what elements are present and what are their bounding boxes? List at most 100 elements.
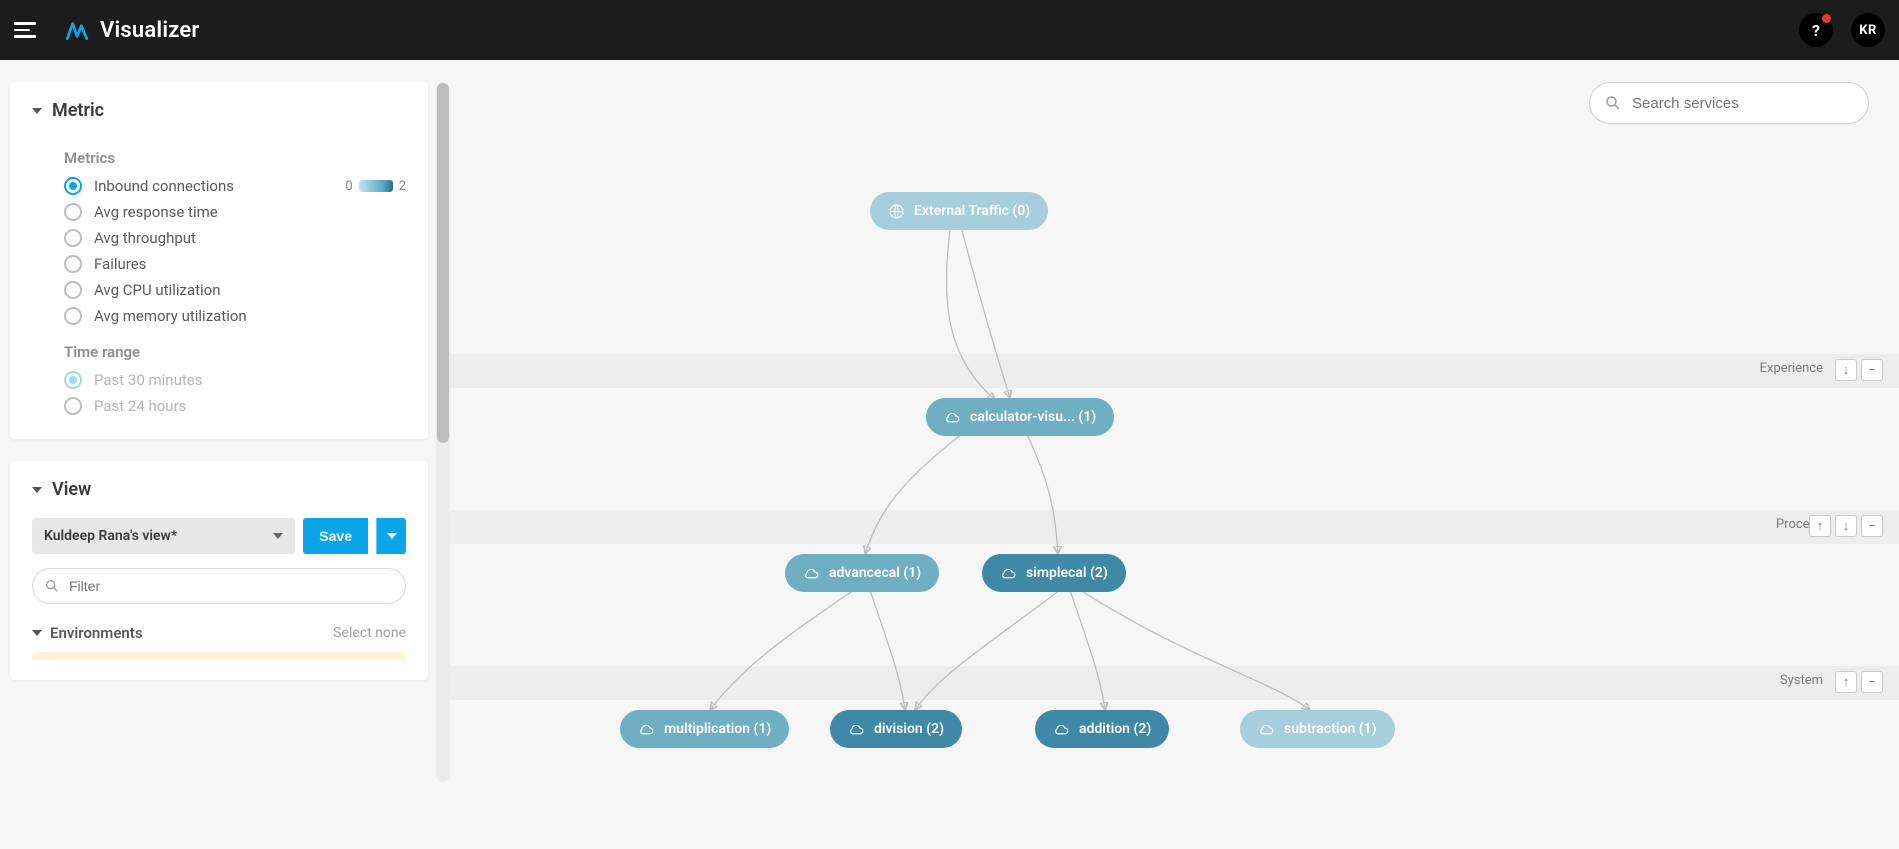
view-select-label: Kuldeep Rana's view*	[44, 528, 177, 544]
time-option-24h[interactable]: Past 24 hours	[32, 393, 406, 419]
metric-option-throughput[interactable]: Avg throughput	[32, 225, 406, 251]
node-label: subtraction (1)	[1284, 721, 1377, 737]
node-label: calculator-visu... (1)	[970, 409, 1096, 425]
layer-controls-system: ↑ −	[1835, 671, 1883, 693]
node-simplecal[interactable]: simplecal (2)	[982, 554, 1126, 592]
node-label: advancecal (1)	[829, 565, 921, 581]
layer-band-experience	[450, 354, 1899, 388]
expand-up-button[interactable]: ↑	[1809, 515, 1831, 537]
filter-input[interactable]	[32, 568, 406, 604]
radio-icon	[64, 281, 82, 299]
cloud-icon	[1258, 721, 1275, 738]
search-input[interactable]	[1589, 82, 1869, 124]
radio-icon	[64, 255, 82, 273]
radio-icon	[64, 177, 82, 195]
layer-label-experience: Experience	[1760, 361, 1823, 376]
node-label: multiplication (1)	[664, 721, 771, 737]
time-option-label: Past 24 hours	[94, 397, 186, 415]
metric-option-cpu[interactable]: Avg CPU utilization	[32, 277, 406, 303]
scale-bar-icon	[359, 180, 393, 192]
view-panel-header[interactable]: View	[10, 461, 428, 514]
metric-panel-header[interactable]: Metric	[10, 82, 428, 135]
environments-header[interactable]: Environments	[32, 624, 143, 642]
save-button[interactable]: Save	[303, 518, 368, 554]
radio-icon	[64, 229, 82, 247]
cloud-icon	[803, 565, 820, 582]
scrollbar[interactable]	[436, 82, 450, 782]
expand-up-button[interactable]: ↑	[1835, 671, 1857, 693]
menu-button[interactable]	[14, 15, 44, 45]
expand-down-button[interactable]: ↓	[1835, 515, 1857, 537]
node-multiplication[interactable]: multiplication (1)	[620, 710, 789, 748]
metric-scale: 0 2	[345, 179, 406, 194]
caret-down-icon	[32, 487, 42, 493]
metric-option-label: Inbound connections	[94, 177, 234, 195]
time-range-heading: Time range	[64, 343, 406, 361]
chevron-down-icon	[273, 533, 283, 539]
save-dropdown-button[interactable]	[376, 518, 406, 554]
app-header: Visualizer ? KR	[0, 0, 1899, 60]
chevron-down-icon	[387, 533, 397, 539]
collapse-button[interactable]: −	[1861, 359, 1883, 381]
environments-label: Environments	[50, 624, 143, 642]
graph-canvas[interactable]: Experience Process System ↓ − ↑ ↓ − ↑ −	[450, 60, 1899, 849]
avatar[interactable]: KR	[1851, 13, 1885, 47]
caret-down-icon	[32, 108, 42, 114]
collapse-button[interactable]: −	[1861, 515, 1883, 537]
cloud-icon	[848, 721, 865, 738]
collapse-button[interactable]: −	[1861, 671, 1883, 693]
node-advancecal[interactable]: advancecal (1)	[785, 554, 939, 592]
node-addition[interactable]: addition (2)	[1035, 710, 1169, 748]
time-option-label: Past 30 minutes	[94, 371, 202, 389]
metric-option-label: Avg response time	[94, 203, 218, 221]
layer-band-process	[450, 510, 1899, 544]
app-logo[interactable]: Visualizer	[64, 17, 200, 43]
search-services	[1589, 82, 1869, 124]
node-division[interactable]: division (2)	[830, 710, 962, 748]
layer-controls-experience: ↓ −	[1835, 359, 1883, 381]
globe-icon	[888, 203, 905, 220]
scrollbar-thumb[interactable]	[437, 83, 449, 443]
help-button[interactable]: ?	[1799, 13, 1833, 47]
metric-option-response[interactable]: Avg response time	[32, 199, 406, 225]
layer-band-system	[450, 666, 1899, 700]
cloud-icon	[1000, 565, 1017, 582]
metric-option-label: Avg throughput	[94, 229, 196, 247]
help-icon: ?	[1812, 21, 1820, 40]
node-label: addition (2)	[1079, 721, 1151, 737]
node-label: division (2)	[874, 721, 944, 737]
cloud-icon	[638, 721, 655, 738]
radio-icon	[64, 203, 82, 221]
node-subtraction[interactable]: subtraction (1)	[1240, 710, 1395, 748]
logo-icon	[64, 17, 90, 43]
metric-option-label: Avg CPU utilization	[94, 281, 221, 299]
layer-label-system: System	[1780, 673, 1823, 688]
metric-option-memory[interactable]: Avg memory utilization	[32, 303, 406, 329]
metric-option-label: Failures	[94, 255, 146, 273]
node-label: External Traffic (0)	[914, 203, 1030, 219]
radio-icon	[64, 307, 82, 325]
cloud-icon	[1053, 721, 1070, 738]
view-select[interactable]: Kuldeep Rana's view*	[32, 518, 295, 554]
node-external-traffic[interactable]: External Traffic (0)	[870, 192, 1048, 230]
sidebar: Metric Metrics Inbound connections 0 2 A…	[0, 60, 450, 849]
search-icon	[1604, 94, 1622, 112]
metric-option-inbound[interactable]: Inbound connections 0 2	[32, 173, 406, 199]
layer-controls-process: ↑ ↓ −	[1809, 515, 1883, 537]
node-calculator[interactable]: calculator-visu... (1)	[926, 398, 1114, 436]
cloud-icon	[944, 409, 961, 426]
metric-panel: Metric Metrics Inbound connections 0 2 A…	[10, 82, 428, 439]
metrics-heading: Metrics	[64, 149, 406, 167]
metric-option-label: Avg memory utilization	[94, 307, 247, 325]
view-title: View	[52, 479, 91, 500]
expand-down-button[interactable]: ↓	[1835, 359, 1857, 381]
environments-highlight	[32, 652, 406, 660]
metric-title: Metric	[52, 100, 104, 121]
metric-option-failures[interactable]: Failures	[32, 251, 406, 277]
notification-dot-icon	[1822, 14, 1831, 23]
select-none-link[interactable]: Select none	[333, 625, 406, 641]
time-option-30m[interactable]: Past 30 minutes	[32, 367, 406, 393]
search-icon	[44, 578, 60, 594]
caret-down-icon	[32, 630, 42, 636]
view-panel: View Kuldeep Rana's view* Save	[10, 461, 428, 680]
